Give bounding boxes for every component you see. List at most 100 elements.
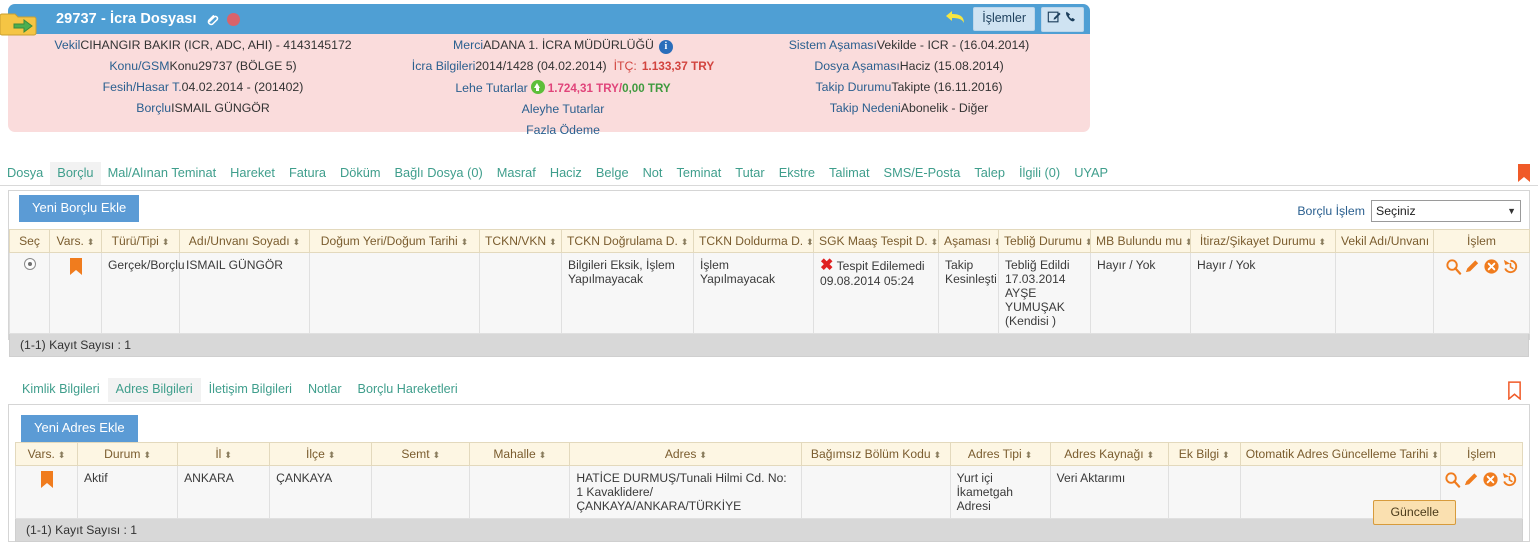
sort-arrows-icon[interactable]: ⬍ bbox=[461, 237, 469, 247]
tab-ba-l-dosya-0[interactable]: Bağlı Dosya (0) bbox=[388, 162, 490, 185]
address-col-i-lem[interactable]: İşlem bbox=[1439, 442, 1524, 467]
tab-d-k-m[interactable]: Döküm bbox=[333, 162, 388, 185]
update-button[interactable]: Güncelle bbox=[1373, 500, 1456, 525]
sort-arrows-icon[interactable]: ⬍ bbox=[1222, 450, 1230, 460]
subtab-adres-bilgileri[interactable]: Adres Bilgileri bbox=[107, 378, 201, 402]
debtor-col-sgk-maa-tespit-d[interactable]: SGK Maaş Tespit D. ⬍ bbox=[813, 229, 939, 253]
sort-arrows-icon[interactable]: ⬍ bbox=[1319, 237, 1327, 247]
subtab-bor-lu-hareketleri[interactable]: Borçlu Hareketleri bbox=[350, 378, 466, 402]
address-col-vars[interactable]: Vars. ⬍ bbox=[14, 442, 79, 467]
tab-ekstre[interactable]: Ekstre bbox=[772, 162, 822, 185]
sort-arrows-icon[interactable]: ⬍ bbox=[87, 237, 95, 247]
edit-pencil-icon[interactable] bbox=[1464, 258, 1481, 275]
history-icon[interactable] bbox=[1501, 471, 1518, 488]
phone-icon[interactable] bbox=[1064, 10, 1078, 29]
address-col-adres-tipi[interactable]: Adres Tipi ⬍ bbox=[949, 442, 1051, 467]
search-icon[interactable] bbox=[1445, 258, 1462, 275]
sort-arrows-icon[interactable]: ⬍ bbox=[1185, 237, 1189, 247]
delete-circle-icon[interactable] bbox=[1483, 258, 1500, 275]
debtor-col-tckn-vkn[interactable]: TCKN/VKN ⬍ bbox=[479, 229, 562, 253]
tab-teminat[interactable]: Teminat bbox=[669, 162, 728, 185]
debtor-col-t-r-tipi[interactable]: Türü/Tipi ⬍ bbox=[101, 229, 180, 253]
address-col-otomatik-adres-g-ncelleme-tarihi[interactable]: Otomatik Adres Güncelleme Tarihi ⬍ bbox=[1239, 442, 1441, 467]
debtor-col-vars[interactable]: Vars. ⬍ bbox=[49, 229, 102, 253]
tab-belge[interactable]: Belge bbox=[589, 162, 636, 185]
address-col-semt[interactable]: Semt ⬍ bbox=[371, 442, 471, 467]
tab-talimat[interactable]: Talimat bbox=[822, 162, 877, 185]
sort-arrows-icon[interactable]: ⬍ bbox=[1431, 450, 1439, 460]
address-col-i-l-e[interactable]: İlçe ⬍ bbox=[269, 442, 373, 467]
debtor-col-ad-unvan-soyad[interactable]: Adı/Unvanı Soyadı ⬍ bbox=[179, 229, 310, 253]
tab-tutar[interactable]: Tutar bbox=[728, 162, 771, 185]
sort-arrows-icon[interactable]: ⬍ bbox=[699, 450, 707, 460]
sort-arrows-icon[interactable]: ⬍ bbox=[549, 237, 557, 247]
debtor-col-do-um-yeri-do-um-tarihi[interactable]: Doğum Yeri/Doğum Tarihi ⬍ bbox=[309, 229, 480, 253]
debtor-col-tckn-doldurma-d[interactable]: TCKN Doldurma D. ⬍ bbox=[693, 229, 814, 253]
tab-uyap[interactable]: UYAP bbox=[1067, 162, 1115, 185]
tab-dosya[interactable]: Dosya bbox=[0, 162, 50, 185]
debtor-col-mb-bulundu-mu[interactable]: MB Bulundu mu⬍ bbox=[1090, 229, 1191, 253]
info-circle-icon[interactable]: i bbox=[658, 40, 673, 54]
sort-arrows-icon[interactable]: ⬍ bbox=[162, 237, 170, 247]
tab-bor-lu[interactable]: Borçlu bbox=[50, 162, 101, 185]
back-arrow-icon[interactable] bbox=[943, 7, 967, 32]
debtor-col-tebli-durumu[interactable]: Tebliğ Durumu⬍ bbox=[998, 229, 1091, 253]
address-col-adres-kayna[interactable]: Adres Kaynağı ⬍ bbox=[1049, 442, 1169, 467]
debtor-col-vekil-ad-unvan[interactable]: Vekil Adı/Unvanı⬍ bbox=[1335, 229, 1434, 253]
table-row[interactable]: Gerçek/Borçlu ISMAIL GÜNGÖR Bilgileri Ek… bbox=[9, 252, 1530, 334]
sort-arrows-icon[interactable]: ⬍ bbox=[433, 450, 441, 460]
sort-arrows-icon[interactable]: ⬍ bbox=[681, 237, 689, 247]
bookmark-flag-icon-secondary[interactable] bbox=[1507, 381, 1522, 405]
tab-sms-e-posta[interactable]: SMS/E-Posta bbox=[877, 162, 968, 185]
subtab-kimlik-bilgileri[interactable]: Kimlik Bilgileri bbox=[14, 378, 108, 402]
debtor-col-i-lem[interactable]: İşlem bbox=[1433, 229, 1530, 253]
tab-mal-al-nan-teminat[interactable]: Mal/Alınan Teminat bbox=[101, 162, 224, 185]
edit-note-icon[interactable] bbox=[1047, 10, 1061, 29]
radio-selected-icon[interactable] bbox=[23, 258, 36, 270]
sort-arrows-icon[interactable]: ⬍ bbox=[328, 450, 336, 460]
sort-arrows-icon[interactable]: ⬍ bbox=[934, 450, 942, 460]
tab-i-lgili-0[interactable]: İlgili (0) bbox=[1012, 162, 1067, 185]
sort-arrows-icon[interactable]: ⬍ bbox=[1025, 450, 1033, 460]
sort-arrows-icon[interactable]: ⬍ bbox=[931, 237, 938, 247]
add-debtor-button[interactable]: Yeni Borçlu Ekle bbox=[19, 195, 140, 223]
history-icon[interactable] bbox=[1502, 258, 1519, 275]
debtor-col-se[interactable]: Seç bbox=[9, 229, 50, 253]
islemler-button[interactable]: İşlemler bbox=[973, 7, 1035, 31]
address-col-i-l[interactable]: İl ⬍ bbox=[177, 442, 271, 467]
debtor-col-i-tiraz-ikayet-durumu[interactable]: İtiraz/Şikayet Durumu ⬍ bbox=[1190, 229, 1336, 253]
subtab-notlar[interactable]: Notlar bbox=[300, 378, 350, 402]
sort-arrows-icon[interactable]: ⬍ bbox=[143, 450, 151, 460]
tab-hareket[interactable]: Hareket bbox=[223, 162, 282, 185]
sort-arrows-icon[interactable]: ⬍ bbox=[1085, 237, 1090, 247]
bookmark-flag-icon[interactable] bbox=[1516, 163, 1532, 188]
debtor-col-tckn-do-rulama-d[interactable]: TCKN Doğrulama D. ⬍ bbox=[561, 229, 694, 253]
sort-arrows-icon[interactable]: ⬍ bbox=[806, 237, 812, 247]
add-address-button[interactable]: Yeni Adres Ekle bbox=[21, 415, 138, 443]
tab-fatura[interactable]: Fatura bbox=[282, 162, 333, 185]
paperclip-link-icon[interactable] bbox=[205, 12, 220, 27]
tab-masraf[interactable]: Masraf bbox=[490, 162, 543, 185]
edit-phone-button-group[interactable] bbox=[1041, 6, 1084, 32]
delete-circle-icon[interactable] bbox=[1482, 471, 1499, 488]
search-icon[interactable] bbox=[1444, 471, 1461, 489]
address-col-mahalle[interactable]: Mahalle ⬍ bbox=[469, 442, 571, 467]
sort-arrows-icon[interactable]: ⬍ bbox=[293, 237, 301, 247]
table-row[interactable]: Aktif ANKARA ÇANKAYA HATİCE DURMUŞ/Tunal… bbox=[14, 465, 1524, 520]
address-col-adres[interactable]: Adres ⬍ bbox=[569, 442, 803, 467]
subtab-i-leti-im-bilgileri[interactable]: İletişim Bilgileri bbox=[201, 378, 300, 402]
sort-arrows-icon[interactable]: ⬍ bbox=[994, 237, 997, 247]
debtor-operation-select[interactable]: Seçiniz ▼ bbox=[1371, 200, 1521, 222]
address-col-ba-ms-z-b-l-m-kodu[interactable]: Bağımsız Bölüm Kodu ⬍ bbox=[801, 442, 951, 467]
tab-haciz[interactable]: Haciz bbox=[543, 162, 589, 185]
sort-arrows-icon[interactable]: ⬍ bbox=[224, 450, 232, 460]
tab-talep[interactable]: Talep bbox=[967, 162, 1012, 185]
sort-arrows-icon[interactable]: ⬍ bbox=[1147, 450, 1155, 460]
sort-arrows-icon[interactable]: ⬍ bbox=[539, 450, 547, 460]
address-col-ek-bilgi[interactable]: Ek Bilgi ⬍ bbox=[1167, 442, 1241, 467]
tab-not[interactable]: Not bbox=[636, 162, 670, 185]
debtor-select-cell[interactable] bbox=[9, 252, 50, 334]
debtor-col-a-amas[interactable]: Aşaması⬍ bbox=[938, 229, 999, 253]
address-col-durum[interactable]: Durum ⬍ bbox=[77, 442, 179, 467]
edit-pencil-icon[interactable] bbox=[1463, 471, 1480, 488]
